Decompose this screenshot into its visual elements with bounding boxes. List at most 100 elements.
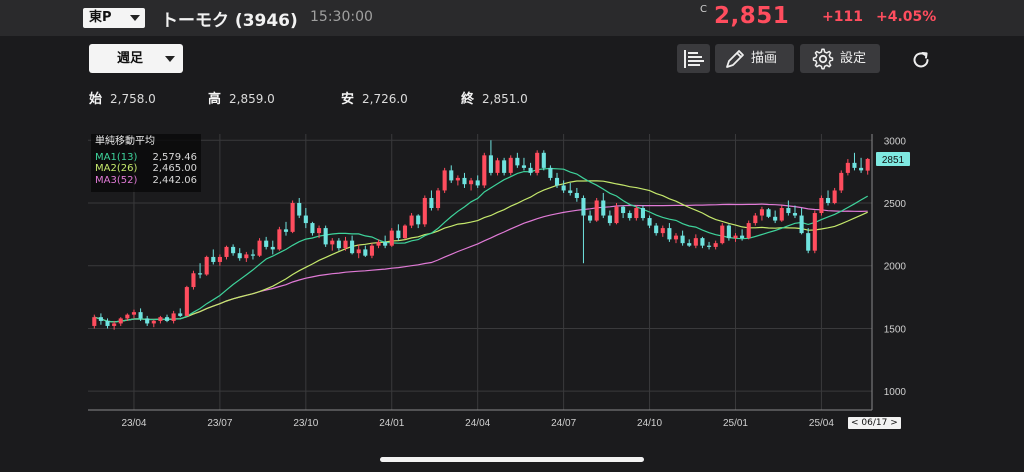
ma1-line: [94, 167, 868, 323]
candle-body: [852, 162, 857, 168]
period-label: 週足: [117, 51, 144, 66]
candle-body: [759, 209, 764, 216]
legend-row-ma3: MA3(52) 2,442.06: [95, 175, 197, 187]
candle-body: [277, 229, 282, 250]
candle-body: [812, 213, 817, 251]
candle-body: [773, 216, 778, 221]
candle-body: [409, 215, 414, 226]
candle-body: [647, 218, 652, 226]
high-label: 高: [208, 92, 222, 107]
settings-label: 設定: [840, 51, 867, 66]
y-tick-label: 2500: [884, 199, 907, 210]
candle-body: [528, 167, 533, 173]
candle-body: [118, 318, 123, 324]
candle-body: [198, 273, 203, 275]
x-tick-label: 24/07: [551, 418, 576, 429]
candle-body: [145, 318, 150, 324]
candle-body: [687, 243, 692, 246]
price-change-percent: +4.05%: [876, 9, 937, 25]
close-label: 終: [461, 92, 475, 107]
candle-body: [548, 167, 553, 178]
candle-body: [297, 203, 302, 216]
candle-body: [402, 225, 408, 239]
candle-body: [449, 170, 454, 181]
candle-body: [588, 215, 593, 221]
candle-body: [396, 230, 401, 239]
ma2-value: 2,465.00: [152, 163, 197, 174]
candle-body: [98, 317, 103, 321]
candle-body: [92, 317, 97, 326]
last-price-label: 2851: [882, 155, 905, 166]
settings-button[interactable]: 設定: [800, 44, 880, 73]
candle-body: [502, 160, 507, 173]
candle-body: [290, 203, 295, 232]
ma2-label: MA2(26): [95, 163, 138, 174]
candle-body: [799, 215, 804, 234]
x-tick-label: 23/07: [207, 418, 232, 429]
candle-body: [105, 320, 110, 326]
candle-body: [442, 170, 447, 191]
candle-body: [640, 208, 645, 219]
candle-body: [680, 235, 685, 244]
ohlc-high: 高 2,859.0: [208, 88, 275, 107]
ma1-value: 2,579.46: [152, 151, 197, 163]
open-value: 2,758.0: [110, 92, 156, 106]
candle-body: [594, 200, 599, 221]
candle-body: [535, 152, 540, 173]
candle-body: [475, 180, 480, 186]
legend-row-ma1: MA1(13) 2,579.46: [95, 152, 197, 164]
candle-body: [343, 240, 348, 249]
y-tick-label: 1000: [884, 387, 907, 398]
candle-body: [713, 243, 718, 247]
candle-body: [131, 312, 137, 315]
indicator-list-button[interactable]: [677, 44, 710, 73]
price-prefix: C: [700, 4, 707, 15]
candle-body: [257, 240, 262, 256]
candle-body: [184, 287, 189, 316]
candle-body: [554, 177, 560, 186]
candle-body: [839, 172, 844, 191]
draw-button[interactable]: 描画: [715, 44, 794, 73]
candle-body: [330, 240, 335, 245]
candle-body: [283, 229, 289, 232]
candle-body: [138, 312, 143, 319]
candle-body: [488, 155, 493, 173]
refresh-icon[interactable]: [910, 49, 932, 71]
candle-body: [515, 157, 520, 166]
candle-body: [224, 246, 229, 257]
candle-body: [660, 228, 665, 234]
candle-body: [158, 317, 163, 321]
date-badge[interactable]: < 06/17 >: [848, 417, 901, 429]
candle-body: [614, 206, 619, 224]
candle-body: [310, 223, 315, 234]
candle-body: [766, 209, 771, 217]
ohlc-open: 始 2,758.0: [89, 88, 156, 107]
bar-list-icon: [684, 50, 704, 68]
ma2-line: [94, 180, 868, 323]
candle-body: [806, 233, 811, 251]
candle-body: [495, 160, 500, 173]
candle-body: [336, 240, 341, 249]
x-tick-label: 24/10: [637, 418, 662, 429]
market-select[interactable]: 東P: [83, 8, 145, 28]
candle-body: [568, 190, 573, 193]
candle-body: [720, 225, 725, 244]
candle-body: [673, 235, 679, 240]
candle-body: [204, 256, 209, 275]
candle-body: [429, 197, 434, 209]
candle-body: [508, 157, 513, 173]
candle-body: [171, 313, 176, 321]
top-bar: [0, 0, 1024, 36]
y-tick-label: 3000: [884, 136, 907, 147]
candle-body: [561, 185, 566, 191]
candle-body: [231, 246, 236, 254]
candle-body: [865, 158, 870, 171]
draw-label: 描画: [751, 51, 778, 66]
candle-body: [350, 240, 355, 254]
candle-body: [792, 213, 798, 216]
period-select[interactable]: 週足: [89, 44, 183, 73]
candle-body: [601, 200, 606, 216]
high-value: 2,859.0: [229, 92, 275, 106]
candle-body: [607, 215, 612, 224]
candle-body: [191, 273, 196, 288]
